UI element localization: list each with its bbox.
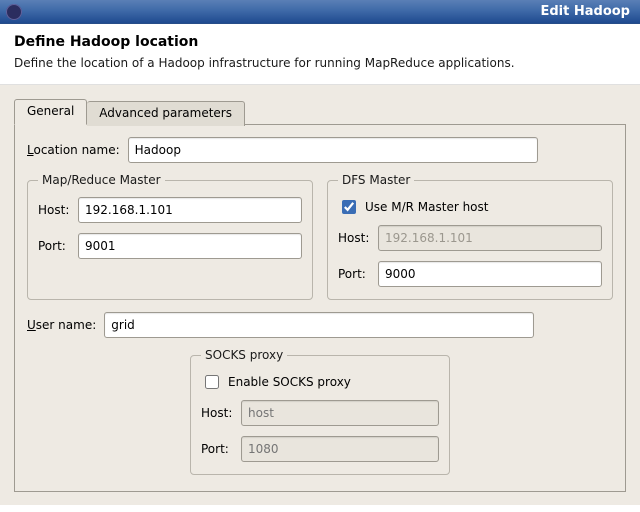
location-name-label: Location name:	[27, 143, 120, 157]
tab-general-label: General	[27, 104, 74, 118]
tabpanel-general: Location name: Map/Reduce Master Host: P…	[14, 124, 626, 492]
socks-proxy-group: SOCKS proxy Enable SOCKS proxy Host: Por…	[190, 348, 450, 475]
tab-advanced-label: Advanced parameters	[99, 106, 232, 120]
socks-port-input	[241, 436, 439, 462]
use-mr-master-label: Use M/R Master host	[365, 200, 488, 214]
dfs-host-input	[378, 225, 602, 251]
socks-proxy-legend: SOCKS proxy	[201, 348, 287, 362]
socks-host-label: Host:	[201, 406, 235, 420]
dialog-body: General Advanced parameters Location nam…	[0, 85, 640, 505]
dfs-port-input[interactable]	[378, 261, 602, 287]
mr-port-label: Port:	[38, 239, 72, 253]
user-name-label: User name:	[27, 318, 96, 332]
user-name-input[interactable]	[104, 312, 534, 338]
socks-host-input	[241, 400, 439, 426]
use-mr-master-checkbox[interactable]	[342, 200, 356, 214]
dfs-master-group: DFS Master Use M/R Master host Host: Por…	[327, 173, 613, 300]
tab-advanced[interactable]: Advanced parameters	[87, 101, 245, 126]
user-name-row: User name:	[27, 312, 613, 338]
tab-general[interactable]: General	[14, 99, 87, 125]
tab-strip: General Advanced parameters	[14, 99, 626, 125]
map-reduce-master-legend: Map/Reduce Master	[38, 173, 165, 187]
enable-socks-checkbox[interactable]	[205, 375, 219, 389]
page-title: Define Hadoop location	[14, 34, 626, 50]
title-bar: Edit Hadoop	[0, 0, 640, 24]
dialog-header: Define Hadoop location Define the locati…	[0, 24, 640, 85]
enable-socks-label: Enable SOCKS proxy	[228, 375, 351, 389]
socks-port-label: Port:	[201, 442, 235, 456]
dfs-host-label: Host:	[338, 231, 372, 245]
location-name-row: Location name:	[27, 137, 613, 163]
page-subtitle: Define the location of a Hadoop infrastr…	[14, 56, 626, 70]
window-title: Edit Hadoop	[22, 4, 634, 19]
mr-host-label: Host:	[38, 203, 72, 217]
map-reduce-master-group: Map/Reduce Master Host: Port:	[27, 173, 313, 300]
dfs-master-legend: DFS Master	[338, 173, 414, 187]
location-name-input[interactable]	[128, 137, 538, 163]
mr-host-input[interactable]	[78, 197, 302, 223]
mr-port-input[interactable]	[78, 233, 302, 259]
eclipse-icon	[6, 4, 22, 20]
dfs-port-label: Port:	[338, 267, 372, 281]
